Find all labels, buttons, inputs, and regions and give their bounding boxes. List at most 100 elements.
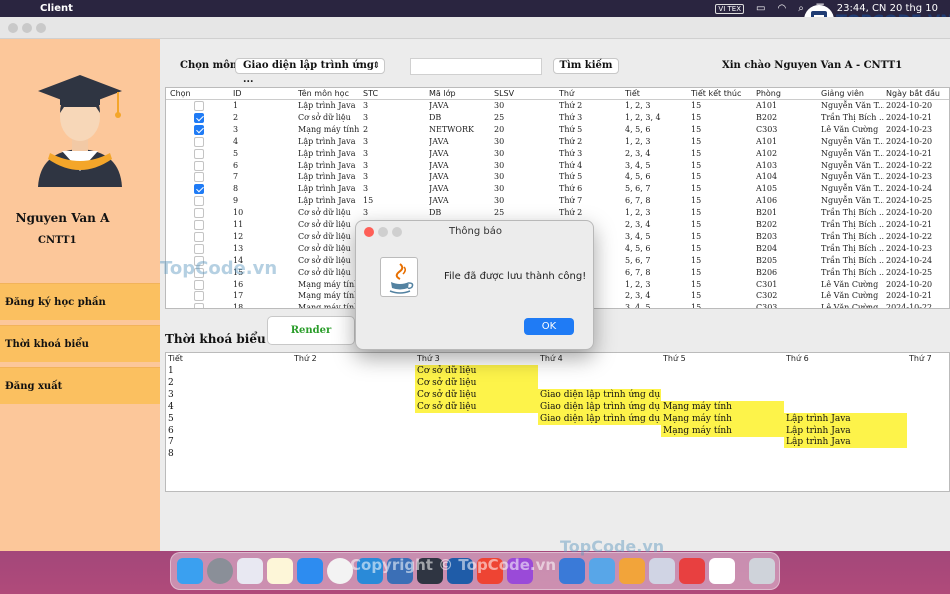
timetable-period-cell: 7 xyxy=(168,437,174,448)
sidebar-item-thoi-khoa-bieu[interactable]: Thời khoá biểu xyxy=(0,325,160,362)
course-select[interactable]: Giao diện lập trình ứng ... ⇕ xyxy=(235,58,385,85)
course-cell: 8 xyxy=(233,184,239,194)
notes-icon[interactable] xyxy=(267,558,293,584)
course-col-header[interactable]: ID xyxy=(233,88,242,100)
course-cell: 15 xyxy=(691,243,702,253)
course-cell: 15 xyxy=(363,196,374,206)
course-table-row[interactable]: 8 Lập trình Java 3 JAVA 30 Thứ 6 5, 6, 7 15 A105… xyxy=(166,183,949,195)
trash-icon[interactable] xyxy=(749,558,775,584)
ok-button[interactable]: OK xyxy=(524,318,574,335)
course-col-header[interactable]: Ngày bắt đầu xyxy=(886,88,940,100)
timetable-col-header[interactable]: Thứ 7 xyxy=(909,353,932,365)
input-source-indicator[interactable]: VI TEX xyxy=(715,3,744,14)
row-select-checkbox[interactable] xyxy=(194,231,204,242)
timetable-col-header[interactable]: Thứ 2 xyxy=(294,353,317,365)
course-cell: Nguyễn Văn T... xyxy=(821,184,884,194)
course-col-header[interactable]: STC xyxy=(363,88,378,100)
course-cell: A105 xyxy=(756,184,778,194)
row-select-checkbox[interactable] xyxy=(194,112,204,123)
timetable-period-cell: 8 xyxy=(168,449,174,460)
wifi-icon[interactable]: ◠ xyxy=(777,3,786,14)
course-cell: Mạng máy tính xyxy=(298,279,360,289)
course-table-row[interactable]: 4 Lập trình Java 3 JAVA 30 Thứ 2 1, 2, 3 15 A101… xyxy=(166,136,949,148)
search-button[interactable]: Tìm kiếm xyxy=(553,58,619,74)
row-select-checkbox[interactable] xyxy=(194,172,204,183)
course-table-row[interactable]: 10 Cơ sở dữ liệu 3 DB 25 Thứ 2 1, 2, 3 15 B201 Tr… xyxy=(166,207,949,219)
system-settings-icon[interactable] xyxy=(207,558,233,584)
course-cell: 2024-10-25 xyxy=(886,267,933,277)
course-cell: 15 xyxy=(691,255,702,265)
course-col-header[interactable]: Mã lớp xyxy=(429,88,456,100)
row-select-checkbox[interactable] xyxy=(194,291,204,302)
course-cell: Cơ sở dữ liệu xyxy=(298,255,351,265)
render-button[interactable]: Render xyxy=(267,316,355,345)
course-col-header[interactable]: Tiết kết thúc xyxy=(691,88,741,100)
timetable-col-header[interactable]: Thứ 5 xyxy=(663,353,686,365)
app-store-icon[interactable] xyxy=(297,558,323,584)
course-table-row[interactable]: 5 Lập trình Java 3 JAVA 30 Thứ 3 2, 3, 4 15 A102… xyxy=(166,148,949,160)
launchpad-icon[interactable] xyxy=(237,558,263,584)
timetable-col-header[interactable]: Thứ 3 xyxy=(417,353,440,365)
minimize-window-button[interactable] xyxy=(22,23,32,33)
course-col-header[interactable]: Giảng viên xyxy=(821,88,864,100)
finder-icon[interactable] xyxy=(177,558,203,584)
search-input[interactable] xyxy=(410,58,542,75)
course-cell: A104 xyxy=(756,172,778,182)
timetable-slot-cell xyxy=(907,365,949,377)
close-window-button[interactable] xyxy=(8,23,18,33)
course-cell: JAVA xyxy=(429,196,449,206)
row-select-checkbox[interactable] xyxy=(194,196,204,207)
battery-icon[interactable]: ▭ xyxy=(756,3,765,14)
row-select-checkbox[interactable] xyxy=(194,220,204,230)
app-menu-name[interactable]: Client xyxy=(40,3,73,14)
row-select-checkbox[interactable] xyxy=(194,208,204,219)
timetable-col-header[interactable]: Thứ 4 xyxy=(540,353,563,365)
timetable-slot-cell: Giao diện lập trình ứng dụ... xyxy=(538,412,661,425)
course-cell: Thứ 4 xyxy=(559,160,583,170)
row-select-checkbox[interactable] xyxy=(194,160,204,171)
sidebar-item-dang-ky-hoc-phan[interactable]: Đăng ký học phần xyxy=(0,283,160,320)
timetable-col-header[interactable]: Thứ 6 xyxy=(786,353,809,365)
anydesk-icon[interactable] xyxy=(679,558,705,584)
course-table-row[interactable]: 3 Mạng máy tính 2 NETWORK 20 Thứ 5 4, 5, 6 15 C3… xyxy=(166,124,949,136)
row-select-checkbox[interactable] xyxy=(194,184,204,195)
java-dock-icon[interactable] xyxy=(709,558,735,584)
zoom-window-button[interactable] xyxy=(36,23,46,33)
row-select-checkbox[interactable] xyxy=(194,101,204,111)
row-select-checkbox[interactable] xyxy=(194,279,204,290)
utility-icon[interactable] xyxy=(649,558,675,584)
row-select-checkbox[interactable] xyxy=(194,303,204,308)
course-cell: 25 xyxy=(494,112,505,122)
course-col-header[interactable]: Phòng xyxy=(756,88,781,100)
course-col-header[interactable]: Chọn xyxy=(170,88,191,100)
course-col-header[interactable]: SLSV xyxy=(494,88,514,100)
row-select-checkbox[interactable] xyxy=(194,124,204,135)
course-table-row[interactable]: 6 Lập trình Java 3 JAVA 30 Thứ 4 3, 4, 5 15 A103… xyxy=(166,160,949,172)
course-cell: Lập trình Java xyxy=(298,160,356,170)
app-icon-blue[interactable] xyxy=(589,558,615,584)
row-select-checkbox[interactable] xyxy=(194,136,204,147)
course-cell: 15 xyxy=(691,231,702,241)
course-table-row[interactable]: 1 Lập trình Java 3 JAVA 30 Thứ 2 1, 2, 3 15 A101… xyxy=(166,100,949,112)
course-table-row[interactable]: 2 Cơ sở dữ liệu 3 DB 25 Thứ 3 1, 2, 3, 4 15 B202… xyxy=(166,112,949,124)
timetable-slot-cell xyxy=(538,425,661,437)
mail-icon[interactable] xyxy=(559,558,585,584)
course-cell: 2024-10-22 xyxy=(886,231,933,241)
sublime-icon[interactable] xyxy=(619,558,645,584)
dialog-title: Thông báo xyxy=(448,226,503,237)
course-col-header[interactable]: Thứ xyxy=(559,88,574,100)
course-cell: 15 xyxy=(691,196,702,206)
row-select-checkbox[interactable] xyxy=(194,243,204,254)
course-cell: 2024-10-21 xyxy=(886,220,933,229)
timetable-slot-cell xyxy=(661,365,784,377)
window-titlebar[interactable] xyxy=(0,17,950,39)
course-table-row[interactable]: 9 Lập trình Java 15 JAVA 30 Thứ 7 6, 7, 8 15 A10… xyxy=(166,195,949,207)
sidebar-item-dang-xuat[interactable]: Đăng xuất xyxy=(0,367,160,404)
course-col-header[interactable]: Tên môn học xyxy=(298,88,349,100)
course-cell: 2024-10-21 xyxy=(886,291,933,301)
course-col-header[interactable]: Tiết xyxy=(625,88,640,100)
row-select-checkbox[interactable] xyxy=(194,148,204,159)
course-table-row[interactable]: 7 Lập trình Java 3 JAVA 30 Thứ 5 4, 5, 6 15 A104… xyxy=(166,171,949,183)
course-cell: Cơ sở dữ liệu xyxy=(298,220,351,229)
timetable-col-header[interactable]: Tiết xyxy=(168,353,183,365)
